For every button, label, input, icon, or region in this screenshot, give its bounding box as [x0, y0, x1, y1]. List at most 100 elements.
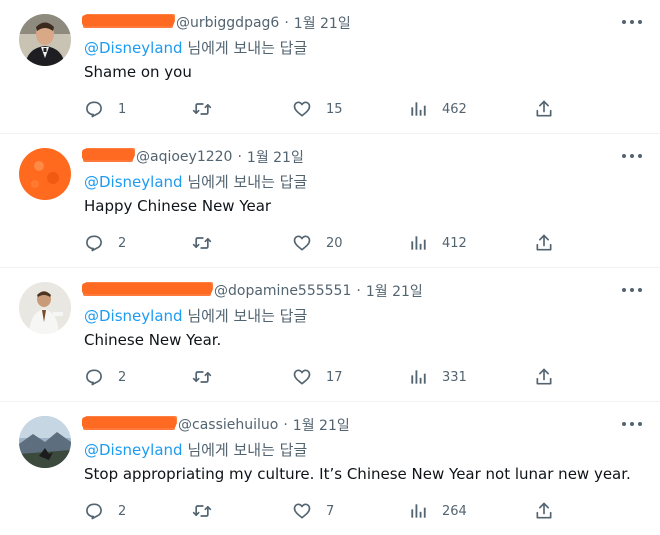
redacted-display-name [82, 282, 212, 294]
timestamp[interactable]: 1월 21일 [247, 147, 304, 167]
reply-icon [86, 101, 102, 118]
views-button[interactable]: 331 [408, 366, 467, 388]
heart-icon [293, 101, 311, 117]
more-options-icon[interactable] [622, 282, 642, 298]
views-chart-icon [411, 236, 426, 250]
tweet-header: @dopamine555551 · 1월 21일 [82, 280, 423, 302]
tweet[interactable]: @urbiggdpag6 · 1월 21일 @Disneyland 님에게 보내… [0, 0, 660, 134]
view-count: 264 [442, 503, 467, 519]
reply-count: 2 [118, 369, 127, 385]
separator-dot: · [356, 283, 361, 299]
separator-dot: · [284, 15, 289, 31]
orange-redacted-avatar-icon [19, 148, 71, 200]
user-handle[interactable]: @urbiggdpag6 [176, 15, 279, 31]
share-icon [536, 502, 552, 519]
views-chart-icon [411, 504, 426, 518]
tweet-header: @aqioey1220 · 1월 21일 [82, 146, 304, 168]
mention-link[interactable]: @Disneyland [84, 39, 183, 57]
retweet-icon [192, 103, 212, 115]
avatar[interactable] [19, 282, 71, 334]
tweet-text: Stop appropriating my culture. It’s Chin… [84, 465, 631, 483]
share-icon [536, 368, 552, 385]
like-button[interactable]: 20 [292, 232, 343, 254]
reply-feed: @urbiggdpag6 · 1월 21일 @Disneyland 님에게 보내… [0, 0, 660, 535]
view-count: 462 [442, 101, 467, 117]
tweet-header: @cassiehuiluo · 1월 21일 [82, 414, 350, 436]
timestamp[interactable]: 1월 21일 [294, 13, 351, 33]
retweet-button[interactable] [192, 232, 226, 254]
reply-icon [86, 235, 102, 252]
landscape-photo-avatar-icon [19, 416, 71, 468]
reply-button[interactable]: 2 [84, 232, 126, 254]
action-bar: 2 7 264 [84, 500, 554, 522]
reply-suffix: 님에게 보내는 답글 [187, 173, 308, 191]
tweet[interactable]: @aqioey1220 · 1월 21일 @Disneyland 님에게 보내는… [0, 134, 660, 268]
user-handle[interactable]: @dopamine555551 [214, 283, 351, 299]
reply-count: 2 [118, 503, 127, 519]
reply-button[interactable]: 2 [84, 366, 126, 388]
views-button[interactable]: 264 [408, 500, 467, 522]
action-bar: 2 17 331 [84, 366, 554, 388]
view-count: 331 [442, 369, 467, 385]
share-button[interactable] [534, 98, 554, 120]
avatar[interactable] [19, 416, 71, 468]
more-options-icon[interactable] [622, 148, 642, 164]
share-button[interactable] [534, 500, 554, 522]
avatar[interactable] [19, 148, 71, 200]
retweet-button[interactable] [192, 366, 226, 388]
separator-dot: · [283, 417, 288, 433]
man-white-shirt-avatar-icon [19, 282, 71, 334]
like-count: 7 [326, 503, 335, 519]
redacted-display-name [82, 416, 176, 428]
reply-suffix: 님에게 보내는 답글 [187, 39, 308, 57]
timestamp[interactable]: 1월 21일 [293, 415, 350, 435]
retweet-button[interactable] [192, 98, 226, 120]
like-button[interactable]: 7 [292, 500, 334, 522]
tweet-text: Shame on you [84, 63, 192, 81]
man-in-suit-avatar-icon [19, 14, 71, 66]
share-icon [536, 100, 552, 117]
user-handle[interactable]: @aqioey1220 [136, 149, 232, 165]
mention-link[interactable]: @Disneyland [84, 173, 183, 191]
like-count: 15 [326, 101, 343, 117]
reply-context: @Disneyland 님에게 보내는 답글 [84, 171, 307, 192]
action-bar: 1 15 462 [84, 98, 554, 120]
redacted-display-name [82, 148, 134, 160]
views-chart-icon [411, 370, 426, 384]
redacted-display-name [82, 14, 174, 26]
reply-suffix: 님에게 보내는 답글 [187, 441, 308, 459]
reply-suffix: 님에게 보내는 답글 [187, 307, 308, 325]
more-options-icon[interactable] [622, 416, 642, 432]
share-button[interactable] [534, 366, 554, 388]
retweet-icon [192, 505, 212, 517]
reply-icon [86, 503, 102, 520]
views-chart-icon [411, 102, 426, 116]
mention-link[interactable]: @Disneyland [84, 441, 183, 459]
retweet-button[interactable] [192, 500, 226, 522]
tweet[interactable]: @dopamine555551 · 1월 21일 @Disneyland 님에게… [0, 268, 660, 402]
avatar[interactable] [19, 14, 71, 66]
user-handle[interactable]: @cassiehuiluo [178, 417, 278, 433]
heart-icon [293, 235, 311, 251]
timestamp[interactable]: 1월 21일 [366, 281, 423, 301]
tweet[interactable]: @cassiehuiluo · 1월 21일 @Disneyland 님에게 보… [0, 402, 660, 535]
reply-button[interactable]: 2 [84, 500, 126, 522]
like-button[interactable]: 17 [292, 366, 343, 388]
views-button[interactable]: 462 [408, 98, 467, 120]
more-options-icon[interactable] [622, 14, 642, 30]
views-button[interactable]: 412 [408, 232, 467, 254]
like-count: 17 [326, 369, 343, 385]
retweet-icon [192, 371, 212, 383]
tweet-header: @urbiggdpag6 · 1월 21일 [82, 12, 351, 34]
reply-count: 2 [118, 235, 127, 251]
reply-button[interactable]: 1 [84, 98, 126, 120]
mention-link[interactable]: @Disneyland [84, 307, 183, 325]
share-button[interactable] [534, 232, 554, 254]
view-count: 412 [442, 235, 467, 251]
retweet-icon [192, 237, 212, 249]
like-button[interactable]: 15 [292, 98, 343, 120]
like-count: 20 [326, 235, 343, 251]
reply-icon [86, 369, 102, 386]
heart-icon [293, 503, 311, 519]
share-icon [536, 234, 552, 251]
